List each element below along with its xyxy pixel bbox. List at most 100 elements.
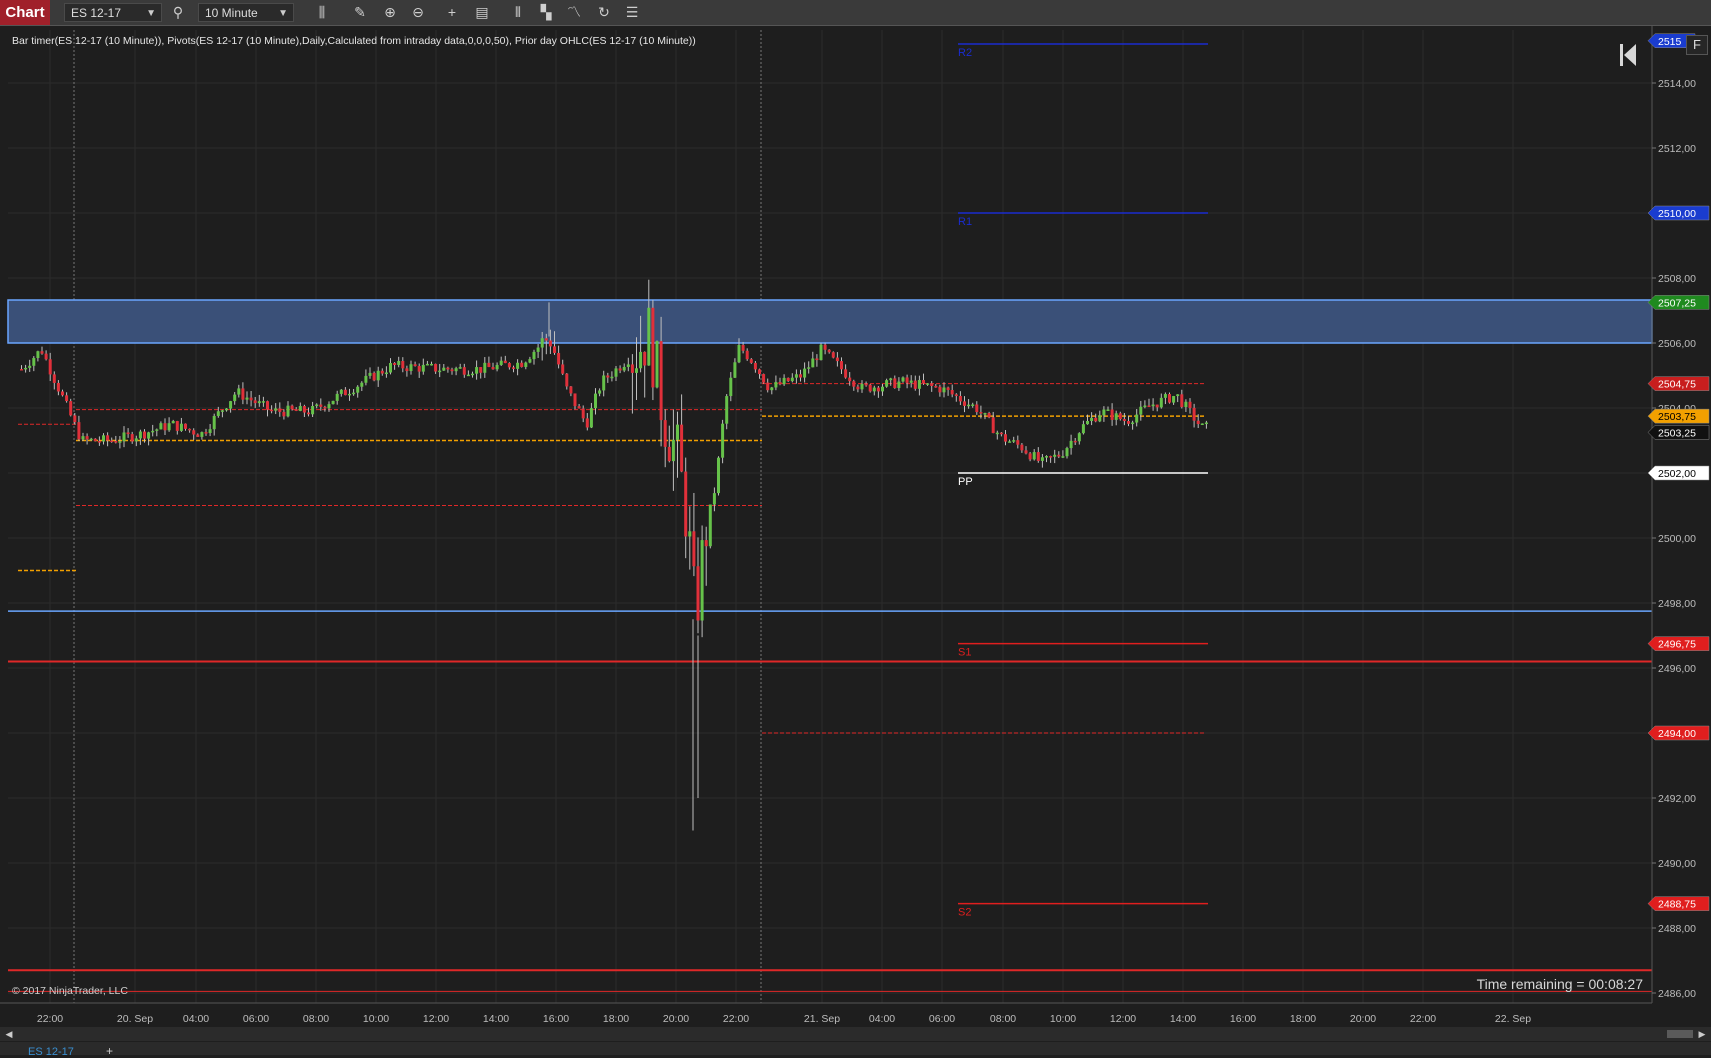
price-marker-label: 2510,00 [1658, 208, 1696, 220]
candle-body [807, 367, 811, 369]
candle-body [1188, 401, 1192, 408]
horizontal-scrollbar[interactable]: ◀ ▶ [0, 1027, 1711, 1041]
candle-body [602, 375, 606, 391]
candle-body [1065, 448, 1069, 457]
zoom-in-icon[interactable]: ⊕ [380, 3, 400, 22]
price-marker-label: 2502,00 [1658, 468, 1696, 480]
price-axis-label: 2496,00 [1658, 663, 1696, 675]
candle-body [1094, 417, 1098, 422]
candle-body [278, 408, 282, 412]
candle-body [188, 428, 192, 431]
add-tab-button[interactable]: + [106, 1044, 113, 1058]
candle-body [1155, 404, 1159, 408]
candle-body [794, 374, 798, 378]
candle-body [1114, 413, 1118, 420]
time-axis-label: 04:00 [183, 1013, 209, 1025]
candle-body [503, 360, 507, 364]
candle-body [409, 364, 413, 372]
candle-body [553, 346, 556, 353]
price-axis-label: 2508,00 [1658, 273, 1696, 285]
candle-body [1176, 394, 1180, 397]
candle-body [950, 390, 954, 395]
candle-body [708, 504, 712, 547]
candle-body [930, 383, 934, 386]
candle-body [466, 374, 470, 377]
chart-tab[interactable]: Chart [0, 0, 50, 25]
candle-body [1159, 397, 1163, 408]
candle-body [159, 423, 163, 430]
time-axis-label: 22. Sep [1495, 1013, 1531, 1025]
time-axis-label: 14:00 [1170, 1013, 1196, 1025]
candle-body [647, 307, 651, 366]
scroll-thumb[interactable] [1667, 1030, 1693, 1038]
candle-body [995, 432, 999, 435]
candle-body [717, 457, 720, 494]
instrument-selector[interactable]: ES 12-17 ▼ [64, 3, 162, 22]
strategies-icon[interactable]: ▚ [536, 3, 556, 22]
candle-body [667, 446, 671, 462]
candle-body [368, 372, 372, 376]
candle-body [1131, 422, 1135, 425]
scroll-right-icon[interactable]: ▶ [1695, 1027, 1709, 1041]
price-chart[interactable]: R2 R1 PP S1 S2 2514,00 2512,00 2508,00 2506,00 2… [0, 26, 1711, 1027]
candle-body [1020, 444, 1024, 451]
scroll-left-icon[interactable]: ◀ [2, 1027, 16, 1041]
draw-pencil-icon[interactable]: ✎ [350, 3, 370, 22]
candle-body [958, 395, 962, 402]
candle-body [946, 387, 950, 391]
candle-body [196, 434, 200, 437]
crosshair-icon[interactable]: + [442, 3, 462, 22]
candle-body [311, 405, 315, 415]
candle-body [138, 431, 142, 439]
candle-body [65, 395, 69, 402]
candle-body [815, 358, 819, 361]
candle-body [963, 401, 966, 406]
reload-icon[interactable]: ↻ [594, 3, 614, 22]
candle-body [1163, 394, 1167, 398]
candle-body [1151, 404, 1155, 407]
price-axis-label: 2490,00 [1658, 858, 1696, 870]
candle-body [1127, 421, 1130, 424]
candle-body [733, 362, 737, 378]
candle-body [1016, 440, 1020, 445]
candle-body [557, 352, 561, 365]
candle-body [643, 351, 647, 366]
price-marker-label: 2503,75 [1658, 411, 1696, 423]
indicators-icon[interactable]: 〽 [564, 3, 584, 22]
scroll-to-start-icon[interactable] [1618, 42, 1638, 68]
candle-body [389, 363, 392, 373]
interval-selector[interactable]: 10 Minute ▼ [198, 3, 294, 22]
instrument-tab[interactable]: ES 12-17 [28, 1046, 74, 1058]
candle-body [594, 393, 597, 409]
time-axis-label: 08:00 [303, 1013, 329, 1025]
candle-body [1200, 423, 1204, 426]
candle-body [220, 410, 224, 412]
candle-body [327, 404, 331, 409]
chart-trader-icon[interactable]: ⦀ [508, 3, 528, 22]
bar-style-icon[interactable]: ⫼ [312, 3, 332, 22]
candle-body [339, 389, 343, 394]
candle-body [782, 377, 786, 385]
time-axis-label: 18:00 [603, 1013, 629, 1025]
copyright-text: © 2017 NinjaTrader, LLC [12, 985, 128, 997]
candle-body [934, 385, 938, 388]
candle-body [913, 380, 917, 389]
candle-body [680, 424, 684, 472]
candle-body [1036, 452, 1040, 461]
candle-body [979, 412, 983, 414]
search-icon[interactable]: ⚲ [168, 3, 188, 22]
properties-icon[interactable]: ☰ [622, 3, 642, 22]
candle-body [204, 432, 208, 434]
zoom-out-icon[interactable]: ⊖ [408, 3, 428, 22]
time-axis-label: 06:00 [929, 1013, 955, 1025]
candle-body [987, 413, 991, 418]
data-box-icon[interactable]: ▤ [472, 3, 492, 22]
candle-body [126, 432, 130, 435]
candle-body [61, 391, 64, 396]
candle-body [507, 363, 511, 368]
candle-body [110, 440, 114, 443]
candle-body [118, 441, 122, 443]
fixed-scale-button[interactable]: F [1686, 35, 1708, 55]
candle-body [835, 357, 839, 362]
candle-body [307, 412, 310, 415]
